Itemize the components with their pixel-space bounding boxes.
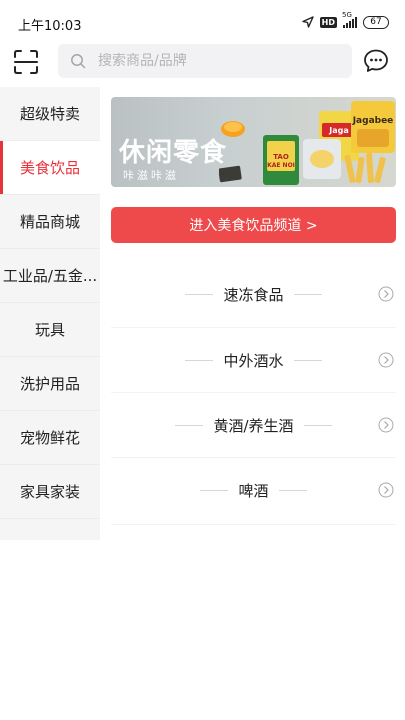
sidebar-item-super-sale[interactable]: 超级特卖 — [0, 87, 100, 141]
divider-line — [278, 489, 307, 491]
divider-line — [200, 489, 229, 491]
banner-title: 休闲零食 — [119, 138, 228, 168]
svg-text:TAO: TAO — [273, 153, 289, 161]
snack-products-image: TAO KAE NOI Jaga Jagabee — [219, 101, 395, 185]
status-icons: HD 5G 67 — [301, 11, 389, 30]
scan-icon[interactable] — [12, 48, 40, 76]
sidebar-item-personal-care[interactable]: 洗护用品 — [0, 357, 100, 411]
sidebar-item-food-drinks[interactable]: 美食饮品 — [0, 141, 100, 195]
sidebar-item-label: 精品商城 — [19, 213, 80, 231]
status-bar: 上午10:03 HD 5G 67 — [0, 0, 405, 40]
divider-line — [303, 424, 332, 426]
subcategory-row[interactable]: 黄酒/养生酒 — [111, 392, 396, 457]
sidebar-item-label: 工业品/五金... — [2, 267, 98, 285]
chevron-right-icon — [378, 286, 394, 302]
location-arrow-icon — [301, 16, 314, 28]
subcategory-label: 中外酒水 — [223, 351, 284, 370]
sidebar-item-premium-mall[interactable]: 精品商城 — [0, 195, 100, 249]
sidebar-item-furniture[interactable]: 家具家装 — [0, 465, 100, 519]
enter-channel-button[interactable]: 进入美食饮品频道 > — [111, 207, 396, 243]
sidebar-item-label: 洗护用品 — [19, 375, 80, 393]
banner-brand-jagabee: Jagabee — [352, 116, 394, 126]
chevron-right-icon — [378, 352, 394, 368]
chevron-right-icon — [378, 417, 394, 433]
search-input[interactable] — [98, 53, 318, 69]
sidebar-item-label: 玩具 — [34, 321, 65, 339]
top-bar — [0, 40, 405, 84]
category-sidebar: 超级特卖 美食饮品 精品商城 工业品/五金... 玩具 洗护用品 宠物鲜花 家具… — [0, 87, 100, 540]
list-divider — [111, 524, 396, 525]
divider-line — [175, 424, 204, 426]
sidebar-item-label: 美食饮品 — [19, 159, 80, 177]
svg-text:Jaga: Jaga — [328, 126, 349, 135]
search-icon — [71, 54, 86, 69]
subcategory-label: 啤酒 — [238, 481, 269, 500]
hd-badge: HD — [319, 16, 337, 28]
chevron-right-icon — [378, 482, 394, 498]
divider-line — [293, 294, 322, 295]
search-bar[interactable] — [58, 44, 352, 78]
subcategory-label: 黄酒/养生酒 — [213, 416, 294, 435]
divider-line — [185, 294, 214, 295]
signal-icon: 5G — [342, 11, 357, 28]
subcategory-list: 速冻食品 中外酒水 黄酒/养生酒 啤酒 — [111, 262, 396, 522]
banner-subtitle: 咔滋咔滋 — [123, 169, 179, 182]
subcategory-row[interactable]: 速冻食品 — [111, 262, 396, 327]
status-time: 上午10:03 — [18, 19, 82, 34]
sidebar-item-pets-flowers[interactable]: 宠物鲜花 — [0, 411, 100, 465]
network-type: 5G — [342, 11, 352, 19]
subcategory-row[interactable]: 中外酒水 — [111, 327, 396, 392]
sidebar-item-label: 宠物鲜花 — [19, 429, 80, 447]
sidebar-item-label: 家具家装 — [19, 483, 80, 501]
divider-line — [293, 359, 322, 361]
sidebar-item-label: 超级特卖 — [19, 105, 80, 123]
divider-line — [185, 359, 214, 361]
sidebar-item-toys[interactable]: 玩具 — [0, 303, 100, 357]
svg-text:KAE NOI: KAE NOI — [267, 162, 295, 169]
battery-icon: 67 — [363, 15, 389, 29]
message-icon[interactable] — [363, 48, 389, 74]
sidebar-item-industrial-hardware[interactable]: 工业品/五金... — [0, 249, 100, 303]
snacks-banner[interactable]: 休闲零食 咔滋咔滋 TAO KAE NOI Jaga Jagabee — [111, 97, 396, 187]
subcategory-row[interactable]: 啤酒 — [111, 457, 396, 522]
subcategory-label: 速冻食品 — [223, 286, 284, 304]
